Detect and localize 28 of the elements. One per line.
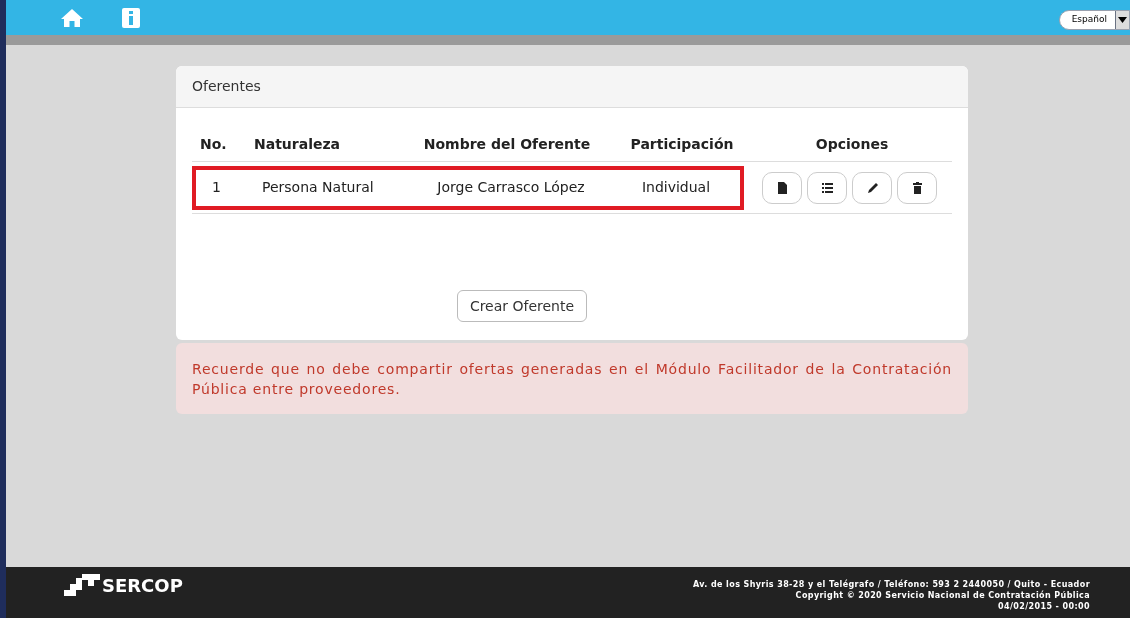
table-cell-text: Jorge Carrasco López [435, 178, 586, 197]
footer-text: 04/02/2015 - 00:00 [998, 601, 1090, 612]
pencil-button[interactable] [852, 171, 892, 204]
column-header: Nombre del Oferente [422, 135, 592, 154]
alert-message: Recuerde que no debe compartir ofertas generadas en el Módulo Facilitador de la Contratación Pública entre proveedores. [176, 343, 968, 414]
trash-icon [911, 181, 923, 194]
language-dropdown[interactable]: Español [1058, 10, 1130, 30]
table-cell-text: Individual [640, 178, 712, 197]
document-button[interactable] [762, 171, 802, 204]
table-cell-text: 1 [211, 178, 222, 197]
column-header: Participación [629, 135, 735, 154]
card-title: Oferentes [192, 77, 261, 96]
caret-icon [1118, 17, 1127, 23]
table-cell-text: Persona Natural [261, 178, 375, 197]
column-header: Opciones [814, 135, 890, 154]
document-icon [776, 181, 788, 194]
column-header: No. [199, 135, 228, 154]
list-button[interactable] [807, 171, 847, 204]
column-header: Naturaleza [253, 135, 342, 154]
logo-icon [64, 573, 100, 598]
logo-text: SERCOP [102, 574, 183, 598]
footer-text: Copyright © 2020 Servicio Nacional de Contratación Pública [795, 590, 1090, 601]
list-icon [821, 181, 833, 194]
language-label: Español [1071, 13, 1108, 27]
pencil-icon [866, 181, 878, 194]
footer-text: Av. de los Shyris 38-28 y el Telégrafo / Teléfono: 593 2 2440050 / Quito - Ecuador [693, 579, 1090, 590]
create-offerer-button[interactable]: Crear Oferente [456, 290, 588, 322]
trash-button[interactable] [897, 171, 937, 204]
